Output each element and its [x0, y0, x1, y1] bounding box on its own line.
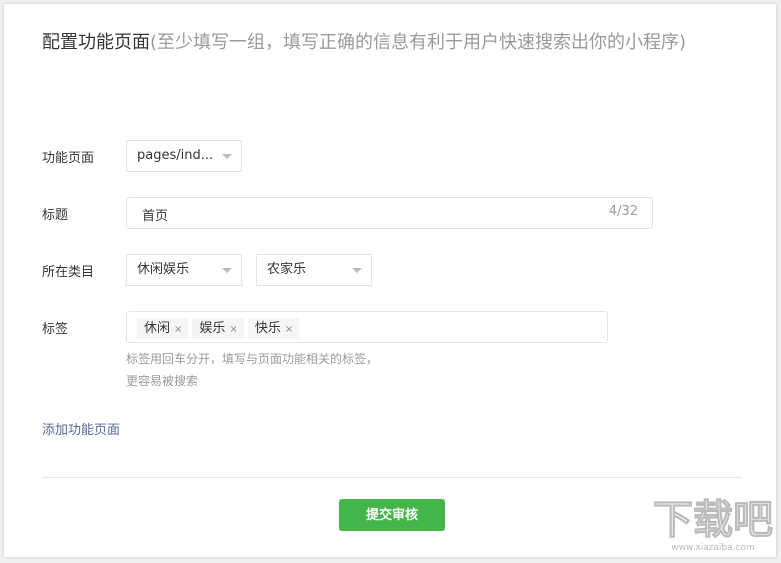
tag-chip: 快乐 × [247, 318, 300, 339]
divider [42, 477, 742, 478]
chevron-down-icon [222, 154, 232, 159]
category-primary-select[interactable]: 休闲娱乐 [126, 254, 242, 286]
add-function-page-link[interactable]: 添加功能页面 [42, 419, 120, 438]
category-secondary-select[interactable]: 农家乐 [256, 254, 372, 286]
config-card: 配置功能页面(至少填写一组，填写正确的信息有利于用户快速搜索出你的小程序) 功能… [4, 4, 776, 557]
category-label: 所在类目 [42, 265, 95, 280]
close-icon[interactable]: × [174, 324, 182, 335]
tags-label: 标签 [42, 322, 69, 337]
title-input[interactable]: 首页 4/32 [126, 197, 653, 229]
function-page-label: 功能页面 [42, 151, 95, 166]
submit-review-button[interactable]: 提交审核 [339, 499, 445, 531]
page-title: 配置功能页面(至少填写一组，填写正确的信息有利于用户快速搜索出你的小程序) [42, 32, 687, 53]
tag-chip: 娱乐 × [192, 318, 244, 339]
title-label: 标题 [42, 208, 69, 223]
function-page-select[interactable]: pages/ind... [126, 140, 242, 172]
chevron-down-icon [222, 268, 232, 273]
close-icon[interactable]: × [229, 324, 237, 335]
title-value: 首页 [142, 209, 169, 224]
tags-input[interactable]: 休闲 × 娱乐 × 快乐 × [126, 311, 608, 343]
char-counter: 4/32 [608, 204, 638, 219]
tag-chip: 休闲 × [137, 318, 189, 339]
tags-hint: 标签用回车分开，填写与页面功能相关的标签， 更容易被搜索 [126, 352, 379, 388]
page-subtitle: (至少填写一组，填写正确的信息有利于用户快速搜索出你的小程序) [150, 32, 687, 53]
watermark-logo: 下载吧 www.xiazaiba.com [653, 497, 774, 554]
chevron-down-icon [352, 268, 362, 273]
close-icon[interactable]: × [285, 324, 293, 335]
